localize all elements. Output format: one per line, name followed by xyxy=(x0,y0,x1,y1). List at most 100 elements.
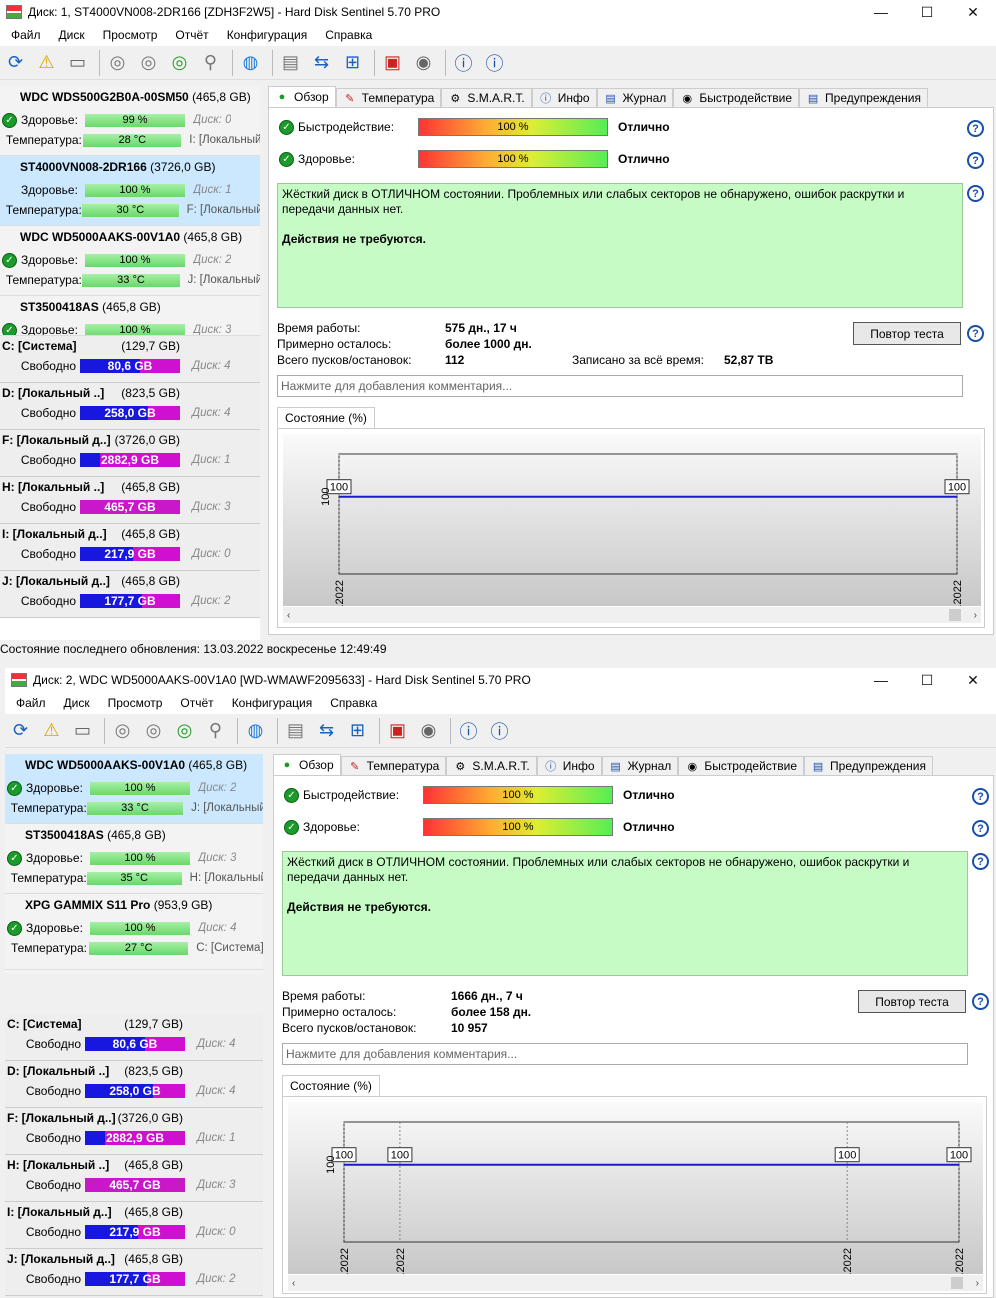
volume-item[interactable]: C: [Система] (129,7 GB) Свободно 80,6 GB Дис… xyxy=(5,1014,263,1061)
menu-config[interactable]: Конфигурация xyxy=(223,696,322,710)
menu-config[interactable]: Конфигурация xyxy=(218,28,317,42)
disk-tools-icon[interactable]: ⚲ xyxy=(202,717,229,744)
menu-help[interactable]: Справка xyxy=(321,696,386,710)
help-icon[interactable]: ? xyxy=(972,853,989,870)
menu-report[interactable]: Отчёт xyxy=(166,28,217,42)
help-icon[interactable]: ? xyxy=(972,993,989,1010)
scroll-thumb[interactable] xyxy=(949,609,961,621)
tab-performance[interactable]: ◉ Быстродействие xyxy=(673,88,800,107)
help-icon[interactable]: ? xyxy=(967,325,984,342)
info-icon[interactable]: ⓘ xyxy=(486,717,513,744)
minimize-button[interactable]: — xyxy=(858,0,904,24)
alert-icon[interactable]: ⚠ xyxy=(38,717,65,744)
chart-icon[interactable]: ▣ xyxy=(379,49,406,76)
menu-file[interactable]: Файл xyxy=(7,696,55,710)
retest-button[interactable]: Повтор теста xyxy=(853,322,961,345)
globe-icon[interactable]: ◍ xyxy=(237,49,264,76)
disk-test-icon[interactable]: ◎ xyxy=(104,49,131,76)
disk-icon[interactable]: ▭ xyxy=(69,717,96,744)
volume-item[interactable]: H: [Локальный ..] (465,8 GB) Свободно 465,7… xyxy=(0,477,260,524)
tab-smart[interactable]: ⚙ S.M.A.R.T. xyxy=(441,88,532,107)
close-button[interactable]: ✕ xyxy=(950,668,996,692)
volume-item[interactable]: D: [Локальный ..] (823,5 GB) Свободно 258,0… xyxy=(0,383,260,430)
chart-tab[interactable]: Состояние (%) xyxy=(282,1075,380,1096)
refresh-icon[interactable]: ⟳ xyxy=(7,717,34,744)
send-icon[interactable]: ⇆ xyxy=(308,49,335,76)
volume-item[interactable]: F: [Локальный д..] (3726,0 GB) Свободно 288… xyxy=(5,1108,263,1155)
menu-view[interactable]: Просмотр xyxy=(99,696,172,710)
tab-overview[interactable]: ● Обзор xyxy=(273,754,341,775)
tab-info[interactable]: ⓘ Инфо xyxy=(531,88,597,107)
tab-temperature[interactable]: ✎ Температура xyxy=(335,88,442,107)
help-icon[interactable]: ? xyxy=(967,185,984,202)
scroll-thumb[interactable] xyxy=(951,1277,963,1289)
scroll-left-icon[interactable]: ‹ xyxy=(287,610,290,621)
help-icon[interactable]: ⓘ xyxy=(450,49,477,76)
tab-info[interactable]: ⓘ Инфо xyxy=(536,756,602,775)
disk-ok-icon[interactable]: ◎ xyxy=(171,717,198,744)
report-icon[interactable]: ▤ xyxy=(282,717,309,744)
volume-item[interactable]: J: [Локальный д..] (465,8 GB) Свободно 177,… xyxy=(5,1249,263,1296)
chart-scrollbar[interactable]: ‹ › xyxy=(288,1275,983,1291)
tab-temperature[interactable]: ✎ Температура xyxy=(340,756,447,775)
comment-field[interactable]: Нажмите для добавления комментария... xyxy=(282,1043,968,1065)
disk-card[interactable]: WDC WD5000AAKS-00V1A0 (465,8 GB) ✓ Здоров… xyxy=(0,226,260,296)
tab-log[interactable]: ▤ Журнал xyxy=(596,88,674,107)
volume-item[interactable]: C: [Система] (129,7 GB) Свободно 80,6 GB Дис… xyxy=(0,336,260,383)
help-icon[interactable]: ? xyxy=(972,788,989,805)
disk-test-icon[interactable]: ◎ xyxy=(109,717,136,744)
disk-card[interactable]: ST3500418AS (465,8 GB) ✓ Здоровье: 100 % Ди… xyxy=(0,296,260,336)
menu-help[interactable]: Справка xyxy=(316,28,381,42)
chart-tab[interactable]: Состояние (%) xyxy=(277,407,375,428)
tab-warnings[interactable]: ▤ Предупреждения xyxy=(804,756,933,775)
tab-log[interactable]: ▤ Журнал xyxy=(601,756,679,775)
help-icon[interactable]: ? xyxy=(967,120,984,137)
alert-icon[interactable]: ⚠ xyxy=(33,49,60,76)
tab-smart[interactable]: ⚙ S.M.A.R.T. xyxy=(446,756,537,775)
report-icon[interactable]: ▤ xyxy=(277,49,304,76)
tab-warnings[interactable]: ▤ Предупреждения xyxy=(799,88,928,107)
chart-icon[interactable]: ▣ xyxy=(384,717,411,744)
refresh-icon[interactable]: ⟳ xyxy=(2,49,29,76)
disk-card[interactable]: ST4000VN008-2DR166 (3726,0 GB) Здоровье:… xyxy=(0,156,260,226)
network-icon[interactable]: ⊞ xyxy=(344,717,371,744)
disk-ok-icon[interactable]: ◎ xyxy=(166,49,193,76)
disk-card[interactable]: WDC WD5000AAKS-00V1A0 (465,8 GB) ✓ Здоров… xyxy=(5,754,263,824)
comment-field[interactable]: Нажмите для добавления комментария... xyxy=(277,375,963,397)
volume-item[interactable]: H: [Локальный ..] (465,8 GB) Свободно 465,7… xyxy=(5,1155,263,1202)
menu-report[interactable]: Отчёт xyxy=(171,696,222,710)
retest-button[interactable]: Повтор теста xyxy=(858,990,966,1013)
menu-disk[interactable]: Диск xyxy=(50,28,94,42)
menu-file[interactable]: Файл xyxy=(2,28,50,42)
maximize-button[interactable]: ☐ xyxy=(904,0,950,24)
info-icon[interactable]: ⓘ xyxy=(481,49,508,76)
disk-surface-icon[interactable]: ◎ xyxy=(140,717,167,744)
sound-icon[interactable]: ◉ xyxy=(415,717,442,744)
tab-performance[interactable]: ◉ Быстродействие xyxy=(678,756,805,775)
network-icon[interactable]: ⊞ xyxy=(339,49,366,76)
scroll-right-icon[interactable]: › xyxy=(976,1278,979,1289)
menu-view[interactable]: Просмотр xyxy=(94,28,167,42)
help-icon[interactable]: ⓘ xyxy=(455,717,482,744)
close-button[interactable]: ✕ xyxy=(950,0,996,24)
menu-disk[interactable]: Диск xyxy=(55,696,99,710)
tab-overview[interactable]: ● Обзор xyxy=(268,86,336,107)
sound-icon[interactable]: ◉ xyxy=(410,49,437,76)
disk-card[interactable]: WDC WDS500G2B0A-00SM50 (465,8 GB) ✓ Здоро… xyxy=(0,86,260,156)
volume-item[interactable]: I: [Локальный д..] (465,8 GB) Свободно 217,… xyxy=(5,1202,263,1249)
globe-icon[interactable]: ◍ xyxy=(242,717,269,744)
scroll-left-icon[interactable]: ‹ xyxy=(292,1278,295,1289)
volume-item[interactable]: J: [Локальный д..] (465,8 GB) Свободно 177,… xyxy=(0,571,260,618)
scroll-right-icon[interactable]: › xyxy=(974,610,977,621)
send-icon[interactable]: ⇆ xyxy=(313,717,340,744)
chart-scrollbar[interactable]: ‹ › xyxy=(283,607,981,623)
disk-card[interactable]: XPG GAMMIX S11 Pro (953,9 GB) ✓ Здоровье:… xyxy=(5,894,263,970)
help-icon[interactable]: ? xyxy=(967,152,984,169)
maximize-button[interactable]: ☐ xyxy=(904,668,950,692)
disk-card[interactable]: ST3500418AS (465,8 GB) ✓ Здоровье: 100 % Ди… xyxy=(5,824,263,894)
minimize-button[interactable]: — xyxy=(858,668,904,692)
disk-surface-icon[interactable]: ◎ xyxy=(135,49,162,76)
volume-item[interactable]: I: [Локальный д..] (465,8 GB) Свободно 217,… xyxy=(0,524,260,571)
disk-icon[interactable]: ▭ xyxy=(64,49,91,76)
disk-tools-icon[interactable]: ⚲ xyxy=(197,49,224,76)
